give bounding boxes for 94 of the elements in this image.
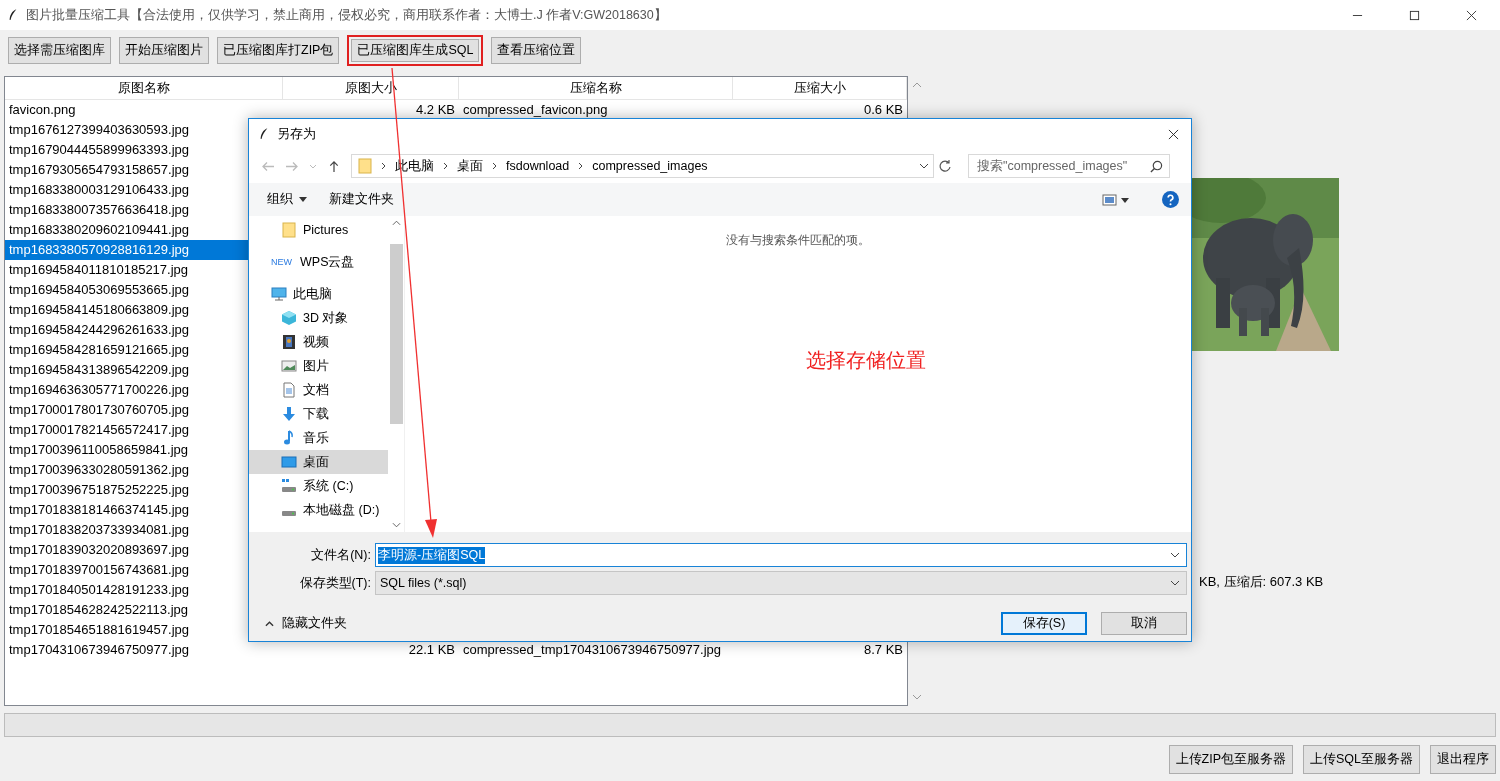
close-icon[interactable] (1466, 9, 1477, 21)
nav-item[interactable]: 文档 (249, 378, 388, 402)
search-field[interactable]: 搜索"compressed_images" (968, 154, 1170, 178)
cancel-button[interactable]: 取消 (1101, 612, 1187, 635)
close-icon[interactable] (1168, 128, 1179, 140)
field-label: 保存类型(T): (298, 574, 372, 592)
nav-item[interactable]: NEW WPS云盘 (249, 250, 388, 274)
nav-item[interactable]: 图片 (249, 354, 388, 378)
monitor-icon (271, 286, 287, 302)
scrollbar-thumb[interactable] (389, 244, 403, 424)
breadcrumb[interactable]: fsdownload (506, 159, 570, 173)
nav-item[interactable]: 系统 (C:) (249, 474, 388, 498)
table-cell: 22.1 KB (408, 642, 455, 657)
nav-item[interactable]: Pictures (249, 218, 388, 242)
folder-icon (358, 158, 372, 174)
feather-icon (259, 127, 269, 141)
view-icon[interactable] (1102, 193, 1130, 206)
save-button[interactable]: 保存(S) (1001, 612, 1087, 635)
nav-item[interactable]: 此电脑 (249, 282, 388, 306)
new-label: NEW (271, 256, 292, 268)
breadcrumb[interactable]: compressed_images (592, 159, 708, 173)
breadcrumb[interactable]: 桌面 (457, 157, 483, 175)
field-label: 文件名(N): (310, 546, 372, 564)
hide-folders-toggle[interactable]: 隐藏文件夹 (259, 614, 353, 633)
table-cell: 0.6 KB (863, 102, 903, 117)
chevron-icon (381, 162, 386, 170)
annotation-text: 选择存储位置 (806, 348, 926, 373)
download-icon (281, 406, 297, 422)
table-cell: compressed_favicon.png (463, 102, 608, 117)
scroll-up-icon[interactable] (391, 220, 401, 226)
table-cell: tmp1701839700156743681.jpg (9, 562, 189, 577)
scroll-down-icon[interactable] (391, 522, 401, 528)
cube-icon (281, 310, 297, 326)
folder-icon (281, 222, 297, 238)
table-cell: tmp1694584244296261633.jpg (9, 322, 189, 337)
help-icon[interactable] (1162, 191, 1179, 208)
chevron-up-icon (265, 620, 274, 627)
table-row[interactable]: favicon.png 4.2 KB compressed_favicon.png 0.6 KB (5, 100, 907, 120)
column-header[interactable]: 原图大小 (283, 77, 459, 100)
nav-item[interactable]: 桌面 (249, 450, 388, 474)
table-cell: tmp1701838203733934081.jpg (9, 522, 189, 537)
action-button[interactable]: 上传ZIP包至服务器 (1168, 745, 1293, 774)
film-icon (281, 334, 297, 350)
action-button[interactable]: 退出程序 (1430, 745, 1496, 774)
chevron-icon (492, 162, 497, 170)
image-icon (281, 358, 297, 374)
table-cell: tmp1700396110058659841.jpg (9, 442, 189, 457)
toolbar-button[interactable]: 选择需压缩图库 (8, 36, 111, 64)
column-header[interactable]: 原图名称 (5, 77, 283, 100)
action-button[interactable]: 上传SQL至服务器 (1303, 745, 1420, 774)
nav-item[interactable]: 3D 对象 (249, 306, 388, 330)
chevron-icon (443, 162, 448, 170)
toolbar-button[interactable]: 查看压缩位置 (491, 36, 582, 64)
dropdown-icon[interactable] (1170, 552, 1180, 558)
table-cell: compressed_tmp1704310673946750977.jpg (463, 642, 722, 657)
table-cell: 4.2 KB (415, 102, 455, 117)
nav-item[interactable]: 视频 (249, 330, 388, 354)
caret-icon (299, 197, 307, 202)
file-type-dropdown[interactable]: SQL files (*.sql) (375, 571, 1187, 595)
dropdown-icon[interactable] (919, 163, 929, 169)
document-icon (281, 382, 297, 398)
compression-summary: KB, 压缩后: 607.3 KB (1199, 573, 1324, 591)
table-cell: tmp1679044455899963393.jpg (9, 142, 189, 157)
table-cell: tmp1704310673946750977.jpg (9, 642, 189, 657)
empty-message: 没有与搜索条件匹配的项。 (726, 232, 870, 248)
nav-item[interactable]: 音乐 (249, 426, 388, 450)
up-icon[interactable] (327, 159, 341, 173)
maximize-icon[interactable] (1409, 9, 1420, 21)
drive-icon (281, 478, 297, 494)
window-title: 图片批量压缩工具【合法使用，仅供学习，禁止商用，侵权必究，商用联系作者：大博士.J 作者V:GW2018630】 (26, 6, 667, 24)
new-folder-button[interactable]: 新建文件夹 (321, 187, 402, 212)
toolbar-button[interactable]: 已压缩图库打ZIP包 (217, 36, 340, 64)
column-header[interactable]: 压缩大小 (733, 77, 907, 100)
table-cell: tmp1683380570928816129.jpg (9, 242, 189, 257)
refresh-icon[interactable] (938, 159, 952, 173)
search-icon (1150, 159, 1163, 173)
nav-item[interactable]: 下载 (249, 402, 388, 426)
dialog-title: 另存为 (277, 125, 316, 143)
table-row[interactable]: tmp1704310673946750977.jpg 22.1 KB compressed_tmp1704310673946750977.jpg 8.7 KB (5, 640, 907, 660)
table-cell: tmp1683380073576636418.jpg (9, 202, 189, 217)
toolbar-button[interactable]: 已压缩图库生成SQL (347, 34, 484, 66)
organize-menu[interactable]: 组织 (259, 187, 315, 212)
table-cell: 8.7 KB (863, 642, 903, 657)
feather-icon (8, 8, 18, 22)
drive-icon (281, 509, 297, 517)
desktop-icon (281, 454, 297, 470)
nav-item[interactable]: 本地磁盘 (D:) (249, 498, 388, 522)
toolbar-button[interactable]: 开始压缩图片 (119, 36, 209, 64)
filename-field[interactable]: 李明源-压缩图SQL (375, 543, 1187, 567)
chevron-icon (578, 162, 584, 170)
table-cell: tmp1701854628242522113.jpg (9, 602, 189, 617)
table-cell: favicon.png (9, 102, 76, 117)
dropdown-icon[interactable] (1170, 580, 1180, 586)
column-header[interactable]: 压缩名称 (459, 77, 733, 100)
